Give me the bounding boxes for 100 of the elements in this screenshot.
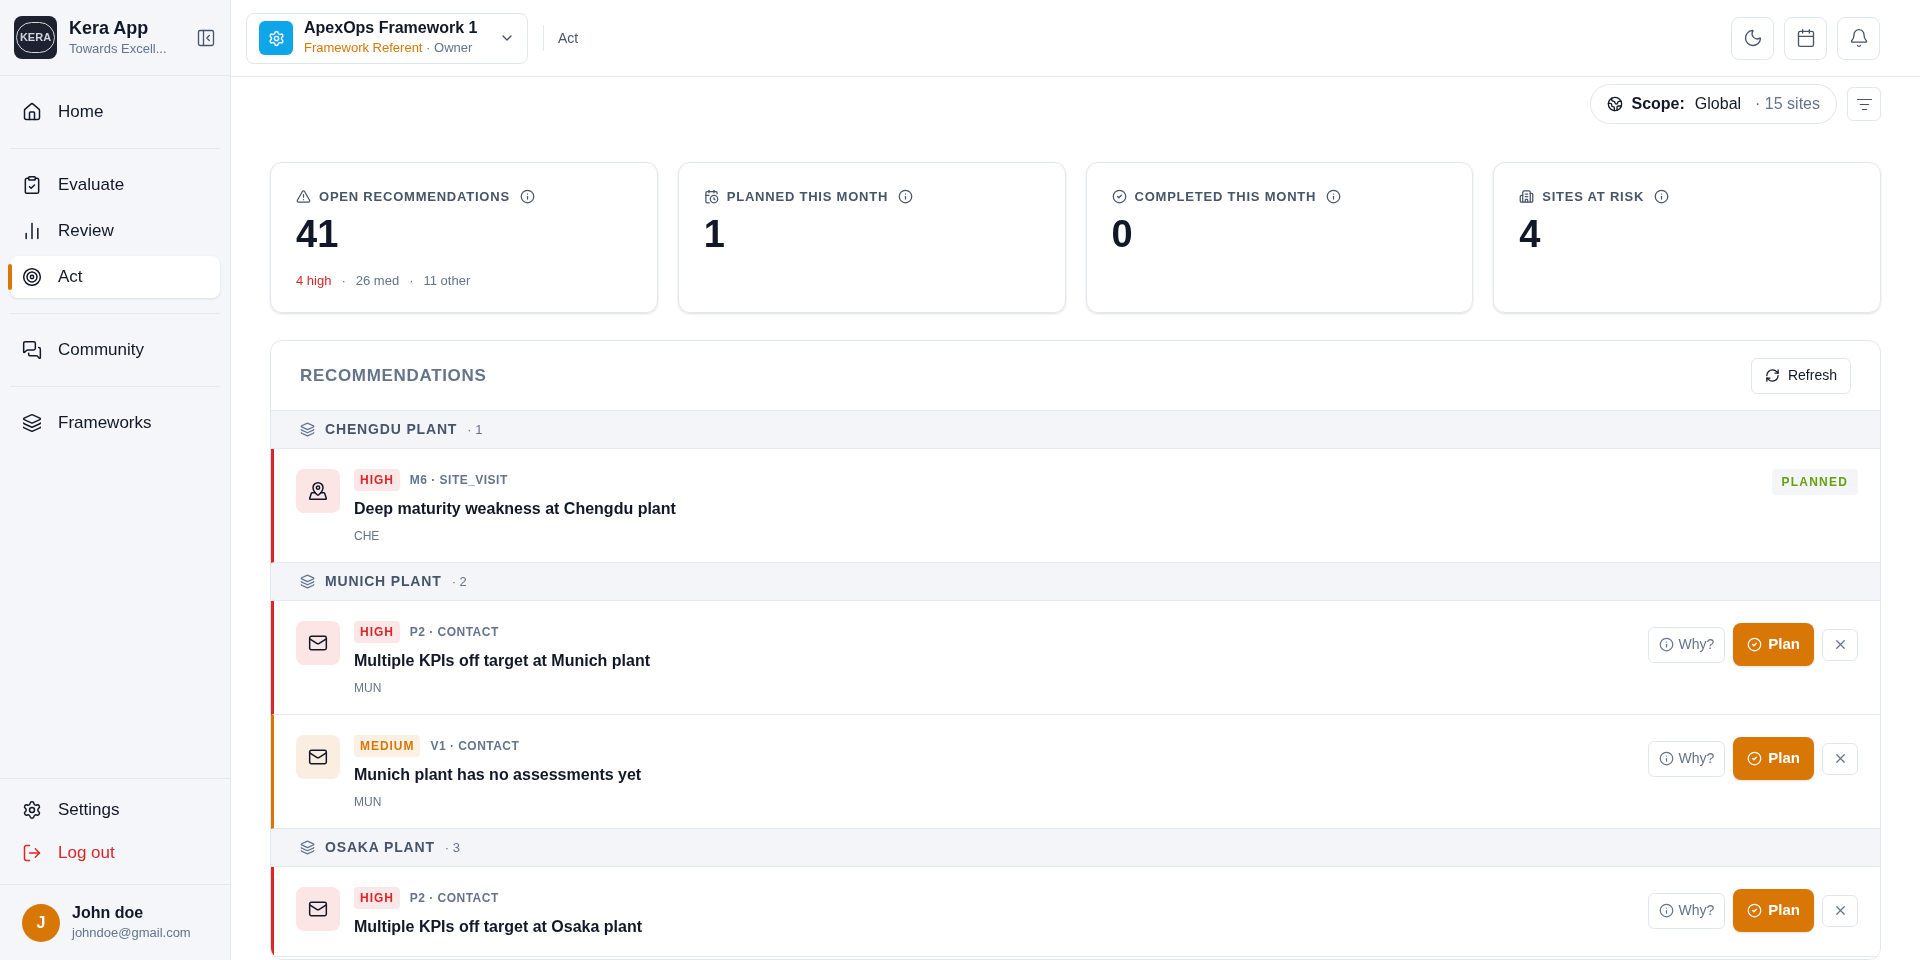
separator-dot: · xyxy=(409,271,414,290)
mail-icon xyxy=(308,633,328,653)
stat-value: 4 xyxy=(1519,214,1542,253)
mail-icon xyxy=(308,899,328,919)
settings-link[interactable]: Settings xyxy=(10,789,220,831)
info-icon xyxy=(1326,189,1342,205)
nav-item[interactable]: Frameworks xyxy=(10,402,220,444)
group-count: · 3 xyxy=(444,838,460,857)
refresh-button[interactable]: Refresh xyxy=(1750,357,1851,394)
why-button[interactable]: Why? xyxy=(1647,892,1726,929)
collapse-sidebar-button[interactable] xyxy=(196,27,216,48)
status-badge: PLANNED xyxy=(1771,469,1858,495)
user-email: johndoe@gmail.com xyxy=(72,923,191,942)
user-name: John doe xyxy=(72,902,145,923)
group-count: · 1 xyxy=(467,420,483,439)
recommendation-title: Multiple KPIs off target at Munich plant xyxy=(354,651,651,671)
info-icon xyxy=(1654,189,1670,205)
clipboard-check-icon xyxy=(22,175,42,195)
check-circle-icon xyxy=(1111,189,1127,205)
logout-icon xyxy=(22,843,42,863)
bar-chart-icon xyxy=(22,221,42,241)
info-icon xyxy=(1658,751,1674,766)
group-name: MUNICH PLANT xyxy=(325,572,442,591)
check-circle-icon xyxy=(1747,751,1763,766)
site-code: MUN xyxy=(354,794,383,811)
layers-icon xyxy=(300,574,315,589)
app-tagline: Towards Excell... xyxy=(69,40,168,58)
layers-icon xyxy=(22,413,42,433)
nav-item[interactable]: Home xyxy=(10,91,220,133)
user-avatar: J xyxy=(22,903,60,942)
nav-item[interactable]: Evaluate xyxy=(10,164,220,206)
gear-icon xyxy=(267,29,285,47)
calendar-button[interactable] xyxy=(1784,16,1827,60)
calendar-icon xyxy=(1795,28,1816,48)
recommendation-title: Multiple KPIs off target at Osaka plant xyxy=(354,917,644,937)
active-indicator xyxy=(8,264,12,290)
building-icon xyxy=(1519,189,1535,205)
recommendation-title: Munich plant has no assessments yet xyxy=(354,765,643,785)
info-icon xyxy=(1658,903,1674,918)
layers-icon xyxy=(300,422,315,437)
stat-label: PLANNED THIS MONTH xyxy=(726,188,889,206)
refresh-icon xyxy=(1764,368,1780,383)
mail-icon xyxy=(308,747,328,767)
panel-title: RECOMMENDATIONS xyxy=(300,364,487,387)
bell-icon xyxy=(1848,28,1869,48)
theme-toggle-button[interactable] xyxy=(1731,16,1774,60)
home-icon xyxy=(22,102,42,122)
globe-icon xyxy=(1607,96,1624,112)
site-code: CHE xyxy=(354,528,381,545)
separator-dot: · xyxy=(341,271,346,290)
settings-icon xyxy=(22,800,42,820)
check-circle-icon xyxy=(1747,903,1763,918)
info-icon xyxy=(519,189,535,205)
recommendation-code: P2 · CONTACT xyxy=(409,890,499,907)
stat-label: COMPLETED THIS MONTH xyxy=(1134,188,1317,206)
logout-link[interactable]: Log out xyxy=(10,832,220,874)
stat-value: 0 xyxy=(1111,214,1134,253)
app-name: Kera App xyxy=(69,16,150,39)
stat-label: SITES AT RISK xyxy=(1542,188,1645,206)
recommendation-code: V1 · CONTACT xyxy=(430,738,520,755)
warning-icon xyxy=(296,189,311,205)
stat-label: OPEN RECOMMENDATIONS xyxy=(319,188,510,206)
framework-role: Framework Referent · Owner xyxy=(304,39,474,58)
recommendation-code: P2 · CONTACT xyxy=(409,624,499,641)
framework-name: ApexOps Framework 1 xyxy=(304,18,479,39)
map-pin-icon xyxy=(308,481,328,501)
stat-value: 1 xyxy=(703,214,726,253)
app-logo: KERA xyxy=(14,16,57,59)
check-circle-icon xyxy=(1747,637,1763,652)
breadcrumb: Act xyxy=(558,28,579,48)
filter-button[interactable] xyxy=(1847,87,1881,121)
severity-badge: HIGH xyxy=(354,469,400,491)
severity-badge: HIGH xyxy=(354,887,400,909)
moon-icon xyxy=(1742,28,1763,48)
severity-badge: MEDIUM xyxy=(354,735,421,757)
breakdown-count: 11 other xyxy=(423,271,471,290)
framework-picker[interactable]: ApexOps Framework 1 Framework Referent · Owner xyxy=(246,12,528,64)
nav-item[interactable]: Community xyxy=(10,329,220,371)
why-button[interactable]: Why? xyxy=(1647,740,1726,777)
breakdown-count: 26 med xyxy=(355,271,400,290)
target-icon xyxy=(22,267,42,287)
layers-icon xyxy=(300,840,315,855)
info-icon xyxy=(1658,637,1674,652)
notifications-button[interactable] xyxy=(1837,16,1880,60)
severity-badge: HIGH xyxy=(354,621,400,643)
group-count: · 2 xyxy=(451,572,467,591)
nav-item[interactable]: Act xyxy=(10,256,220,298)
sidebar-toggle-icon xyxy=(196,27,216,48)
group-name: OSAKA PLANT xyxy=(325,838,435,857)
stat-value: 41 xyxy=(296,214,340,253)
chat-bubbles-icon xyxy=(22,340,42,360)
calendar-clock-icon xyxy=(703,189,719,205)
info-icon xyxy=(898,189,914,205)
nav-item[interactable]: Review xyxy=(10,210,220,252)
site-code: MUN xyxy=(354,680,383,697)
why-button[interactable]: Why? xyxy=(1647,626,1726,663)
recommendation-title: Deep maturity weakness at Chengdu plant xyxy=(354,499,677,519)
recommendation-code: M6 · SITE_VISIT xyxy=(409,472,508,489)
breakdown-count: 4 high xyxy=(296,271,332,290)
group-name: CHENGDU PLANT xyxy=(325,420,458,439)
